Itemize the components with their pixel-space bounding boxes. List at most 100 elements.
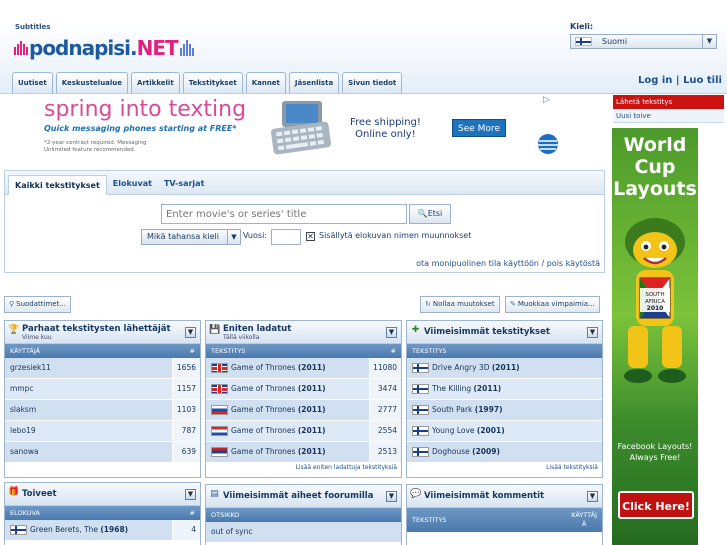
widget-most-downloaded: 💾 Eniten ladatut Tällä viikolla ▼ TEKSTI… — [205, 320, 402, 478]
nav-tab-members[interactable]: Jäsenlista — [288, 72, 340, 93]
skyscraper-click-button[interactable]: Click Here! — [618, 491, 694, 519]
year-field[interactable] — [271, 229, 301, 245]
main-navigation: Uutiset Keskustelualue Artikkelit Teksti… — [12, 72, 403, 93]
register-link[interactable]: Luo tili — [683, 75, 722, 86]
table-row[interactable]: sanowa 639 — [5, 442, 200, 463]
wish-list: Green Berets, The (1968) 4 — [5, 520, 200, 541]
widget-title: Parhaat tekstitysten lähettäjät — [22, 324, 171, 334]
reset-changes-button[interactable]: ↻ Nollaa muutokset — [420, 296, 500, 313]
table-row[interactable]: Doghouse (2009) — [407, 442, 602, 463]
chevron-down-icon: ▼ — [702, 35, 716, 48]
ad-tagline: Quick messaging phones starting at FREE* — [44, 124, 237, 133]
download-count: 2777 — [369, 400, 401, 420]
site-logo[interactable]: podnapisi. NET — [14, 36, 194, 60]
wish-count: 4 — [172, 520, 200, 540]
table-row[interactable]: Game of Thrones (2011) 11080 — [206, 358, 401, 379]
skyscraper-title-line-1: World — [623, 134, 687, 156]
nav-tab-site-info[interactable]: Sivun tiedot — [342, 72, 403, 93]
subtitle-year: (2001) — [476, 426, 505, 435]
collapse-icon[interactable]: ▼ — [386, 491, 397, 502]
collapse-icon[interactable]: ▼ — [386, 327, 397, 338]
download-count: 3474 — [369, 379, 401, 399]
widget-header: ✚ Viimeisimmät tekstitykset ▼ — [407, 321, 602, 344]
new-wish-link[interactable]: Uusi toive — [613, 109, 724, 123]
table-row[interactable]: Drive Angry 3D (2011) — [407, 358, 602, 379]
download-count: 2554 — [369, 421, 401, 441]
comment-icon: 💬 — [410, 489, 422, 499]
filters-button[interactable]: ⚲ Suodattimet... — [4, 296, 72, 313]
skyscraper-ad[interactable]: World Cup Layouts SOUTH AFRICA 2010 Face… — [612, 128, 698, 545]
ad-see-more-button[interactable]: See More — [452, 119, 506, 137]
logo-text-net: NET — [136, 36, 179, 60]
collapse-icon[interactable]: ▼ — [587, 491, 598, 502]
column-subtitle: TEKSTITYS — [211, 347, 246, 355]
column-count: # — [390, 347, 396, 355]
subtitle-title: Doghouse — [432, 447, 470, 456]
uk-flag-icon — [211, 384, 228, 394]
collapse-icon[interactable]: ▼ — [185, 327, 196, 338]
uploader-count: 787 — [172, 421, 200, 441]
nav-tab-covers[interactable]: Kannet — [245, 72, 286, 93]
subtitle-language-select[interactable]: Mikä tahansa kieli ▼ — [141, 229, 241, 245]
nav-tab-forum[interactable]: Keskustelualue — [55, 72, 129, 93]
column-header: TEKSTITYS KÄYTTÄJ Ä — [407, 508, 602, 532]
logo-text-main: podnapisi. — [29, 36, 138, 60]
column-user: KÄYTTÄJÄ — [10, 347, 41, 355]
topic-title: out of sync — [211, 527, 253, 536]
tab-tv-series[interactable]: TV-sarjat — [158, 174, 210, 194]
include-aka-checkbox[interactable]: ✕ — [306, 232, 315, 241]
adchoices-icon[interactable]: ▷ — [543, 95, 550, 105]
logo-bars-left — [14, 41, 28, 55]
send-subtitle-link[interactable]: Lähetä tekstitys — [613, 95, 724, 109]
widget-forum-topics: ▤ Viimeisimmät aiheet foorumilla ▼ OTSIK… — [205, 484, 402, 545]
column-header: OTSIKKO — [206, 508, 401, 522]
ad-fineprint-line-2: Unlimited feature recommended. — [44, 147, 136, 153]
tab-all-subtitles[interactable]: Kaikki tekstitykset — [8, 175, 107, 195]
table-row[interactable]: Game of Thrones (2011) 2513 — [206, 442, 401, 463]
table-row[interactable]: mmpc 1157 — [5, 379, 200, 400]
more-subtitles-link[interactable]: Lisää tekstityksiä — [407, 463, 602, 472]
login-link[interactable]: Log in — [638, 75, 672, 86]
table-row[interactable]: grzesiek11 1656 — [5, 358, 200, 379]
table-row[interactable]: The Killing (2011) — [407, 379, 602, 400]
column-header: KÄYTTÄJÄ # — [5, 344, 200, 358]
finland-flag-icon — [412, 447, 429, 457]
search-button[interactable]: 🔍Etsi — [409, 204, 451, 224]
ad-banner[interactable]: spring into texting Quick messaging phon… — [40, 95, 568, 162]
table-row[interactable]: Young Love (2001) — [407, 421, 602, 442]
subtitle-year: (2009) — [472, 447, 500, 456]
collapse-icon[interactable]: ▼ — [587, 327, 598, 338]
skyscraper-fb-line-1: Facebook Layouts! — [617, 442, 693, 451]
advanced-mode-link[interactable]: ota monipuolinen tila käyttöön / pois kä… — [416, 259, 600, 268]
column-count: # — [189, 509, 195, 517]
table-row[interactable]: lebo19 787 — [5, 421, 200, 442]
table-row[interactable]: Green Berets, The (1968) 4 — [5, 520, 200, 541]
nav-tab-subtitles[interactable]: Tekstitykset — [182, 72, 243, 93]
nav-tab-news[interactable]: Uutiset — [12, 72, 53, 93]
subtitle-title: The Killing — [432, 384, 472, 393]
more-downloads-link[interactable]: Lisää eniten ladattuja tekstityksiä — [206, 463, 401, 472]
reset-changes-label: Nollaa muutokset — [432, 300, 495, 308]
edit-widgets-button[interactable]: ✎ Muokkaa vimpaimia... — [505, 296, 600, 313]
finland-flag-icon — [10, 525, 27, 535]
trophy-icon: 🏆 — [8, 325, 20, 335]
widget-title: Toiveet — [22, 489, 57, 499]
table-row[interactable]: out of sync — [206, 522, 401, 543]
nav-tab-articles[interactable]: Artikkelit — [131, 72, 180, 93]
collapse-icon[interactable]: ▼ — [185, 489, 196, 500]
tab-movies[interactable]: Elokuvat — [107, 174, 158, 194]
table-row[interactable]: South Park (1997) — [407, 400, 602, 421]
table-row[interactable]: slaksm 1103 — [5, 400, 200, 421]
year-label: Vuosi: — [243, 231, 267, 240]
table-row[interactable]: Game of Thrones (2011) 2777 — [206, 400, 401, 421]
column-topic: OTSIKKO — [211, 511, 240, 519]
language-select[interactable]: Suomi ▼ — [570, 34, 717, 49]
table-row[interactable]: Game of Thrones (2011) 2554 — [206, 421, 401, 442]
table-row[interactable]: Game of Thrones (2011) 3474 — [206, 379, 401, 400]
att-logo-icon — [538, 134, 558, 154]
subtitle-title: Game of Thrones — [231, 447, 296, 456]
ad-shipping-line-2: Online only! — [355, 129, 416, 140]
search-input[interactable] — [161, 204, 407, 224]
widget-header: 🎁 Toiveet ▼ — [5, 483, 200, 506]
widget-subtitle: Tällä viikolla — [223, 334, 260, 341]
